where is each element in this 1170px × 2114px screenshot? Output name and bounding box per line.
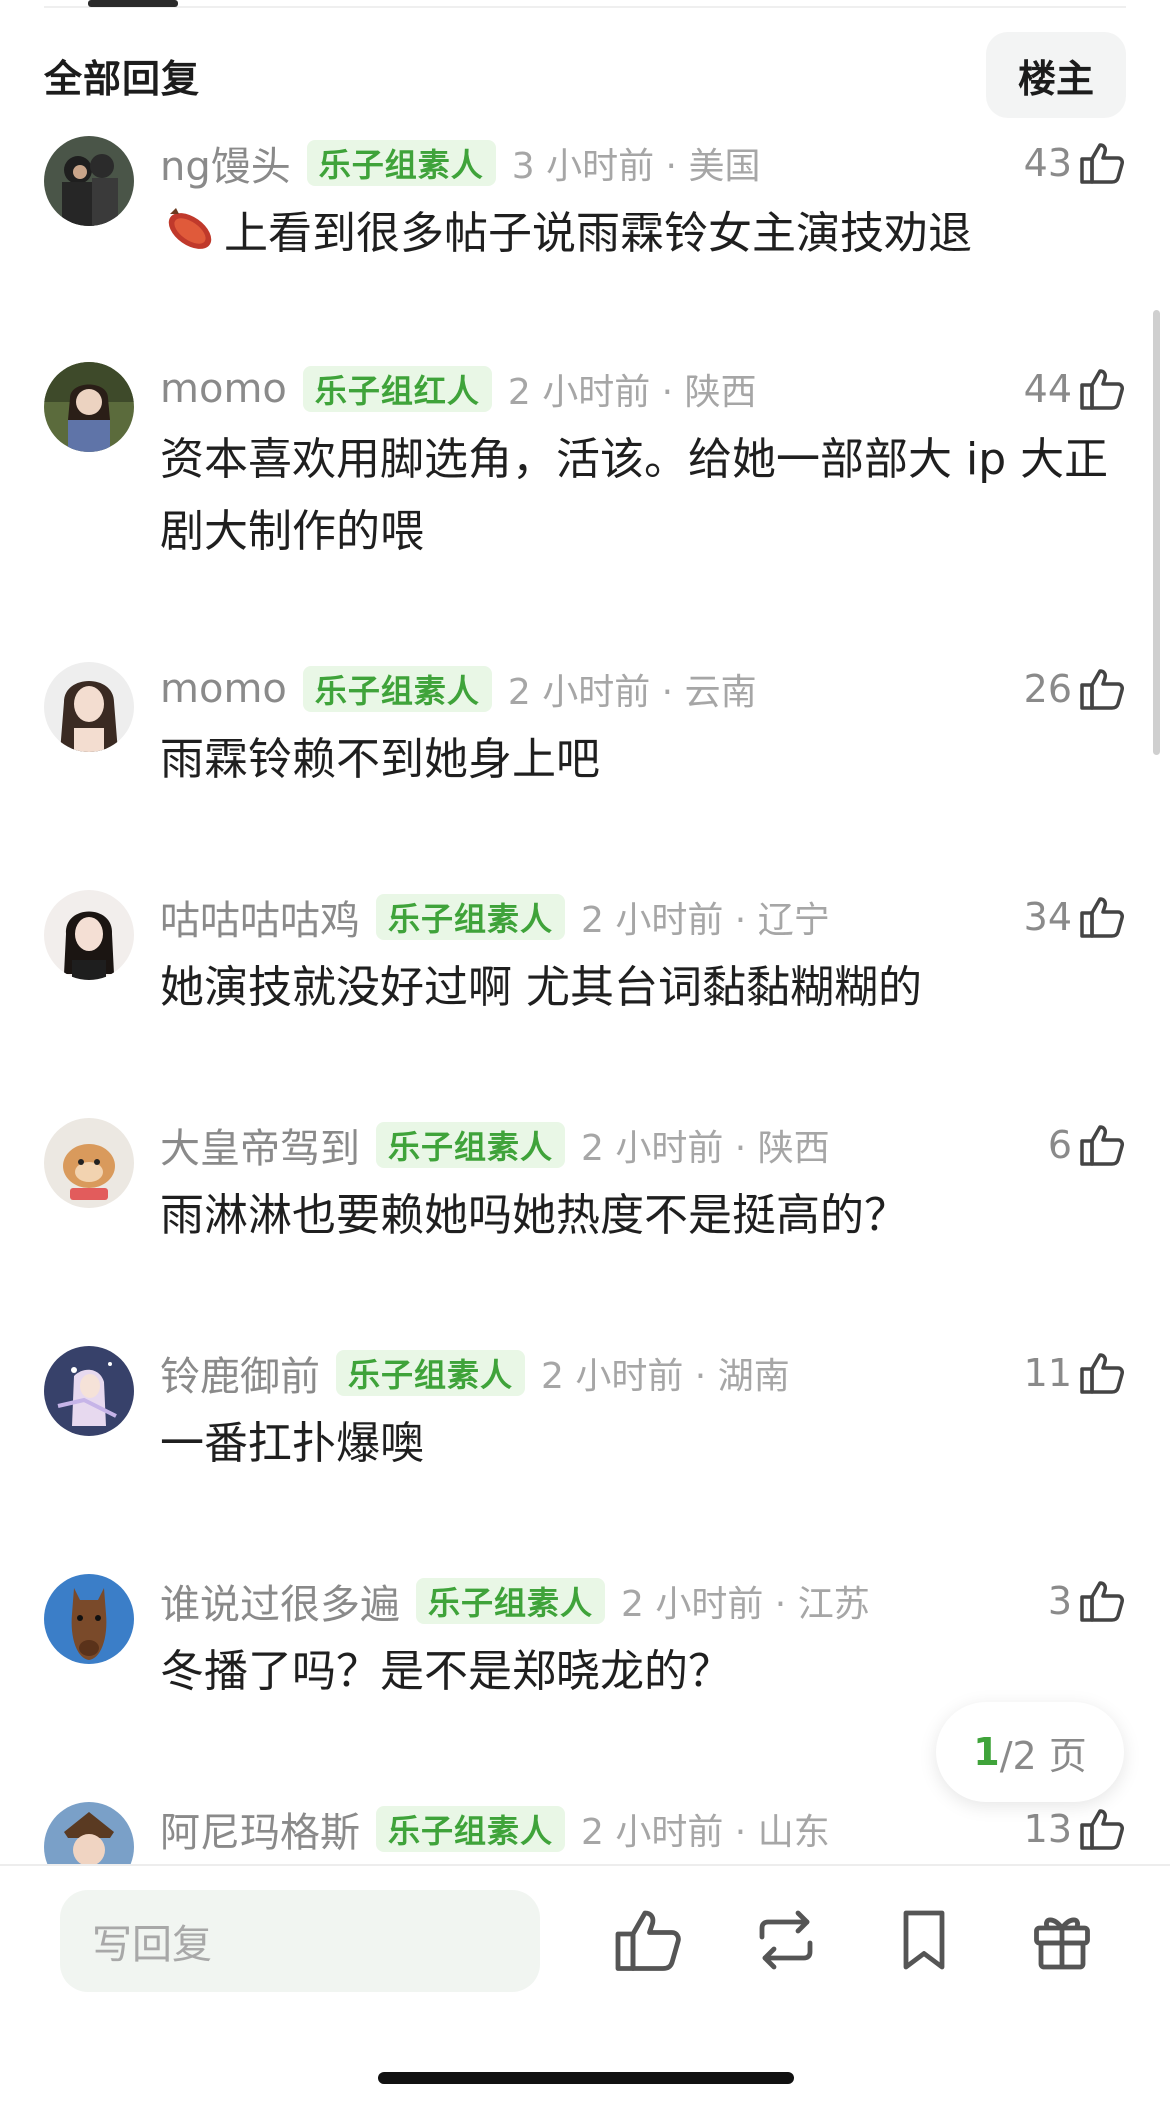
user-badge: 乐子组素人 [416,1578,606,1624]
avatar[interactable] [44,136,134,226]
op-filter-button[interactable]: 楼主 [986,32,1126,118]
thumbs-up-icon [1080,1353,1124,1394]
like-button[interactable]: 3 [1048,1576,1126,1626]
avatar[interactable] [44,1574,134,1664]
comment-text: 资本喜欢用脚选角，活该。给她一部部大 ip 大正剧大制作的喂 [160,434,1109,557]
thumbs-up-icon [1080,1809,1124,1850]
page-title: 全部回复 [44,56,201,101]
comment-item: 铃鹿御前 乐子组素人 2 小时前 · 湖南 11 一番扛扑爆噢 [0,1346,1170,1526]
comment-meta: momo 乐子组红人 2 小时前 · 陕西 [160,364,757,414]
comment-time: 2 小时前 · 山东 [581,1812,830,1853]
comment-time: 2 小时前 · 云南 [507,672,757,713]
avatar[interactable] [44,362,134,452]
tab-indicator [88,0,178,7]
like-count: 43 [1023,141,1072,185]
comment-time: 2 小时前 · 辽宁 [581,900,830,941]
like-count: 44 [1023,367,1072,411]
user-badge: 乐子组素人 [306,140,496,186]
username[interactable]: 阿尼玛格斯 [160,1802,360,1858]
comment-text: 冬播了吗？是不是郑晓龙的？ [160,1646,732,1697]
gift-icon[interactable] [1026,1904,1098,1976]
like-button[interactable]: 13 [1024,1804,1126,1854]
comment-text: 一番扛扑爆噢 [160,1418,424,1469]
comment-meta: 谁说过很多遍 乐子组素人 2 小时前 · 江苏 [160,1576,870,1628]
comment-item: momo 乐子组红人 2 小时前 · 陕西 44 资本喜欢用脚选角，活该。给她一… [0,362,1170,612]
thumbs-up-icon [1080,897,1124,938]
comment-meta: momo 乐子组素人 2 小时前 · 云南 [160,664,757,714]
comment-text: 雨淋淋也要赖她吗她热度不是挺高的？ [160,1190,908,1241]
comment-item: momo 乐子组素人 2 小时前 · 云南 26 雨霖铃赖不到她身上吧 [0,662,1170,842]
username[interactable]: 谁说过很多遍 [160,1572,400,1630]
user-badge: 乐子组素人 [336,1350,526,1396]
like-button[interactable]: 11 [1024,1348,1126,1398]
comment-time: 2 小时前 · 陕西 [507,372,757,413]
comment-text: 雨霖铃赖不到她身上吧 [160,734,600,785]
like-button[interactable]: 44 [1024,364,1126,414]
like-count: 11 [1023,1351,1072,1395]
username[interactable]: momo [160,666,287,712]
avatar[interactable] [44,662,134,752]
user-badge: 乐子组红人 [302,366,492,412]
page-indicator[interactable]: 1/2 页 [936,1702,1124,1802]
total-pages: /2 页 [999,1733,1087,1778]
comment-item: 咕咕咕咕鸡 乐子组素人 2 小时前 · 辽宁 34 她演技就没好过啊 尤其台词黏… [0,890,1170,1070]
thumbs-up-icon [1080,369,1124,410]
comment-meta: 阿尼玛格斯 乐子组素人 2 小时前 · 山东 [160,1804,830,1856]
comment-item: 大皇帝驾到 乐子组素人 2 小时前 · 陕西 6 雨淋淋也要赖她吗她热度不是挺高… [0,1118,1170,1298]
comment-text: 她演技就没好过啊 尤其台词黏黏糊糊的 [160,962,922,1013]
thumbs-up-icon [1080,143,1124,184]
username[interactable]: 咕咕咕咕鸡 [160,888,360,946]
comment-item: 阿尼玛格斯 乐子组素人 2 小时前 · 山东 13 [0,1802,1170,1864]
user-badge: 乐子组素人 [376,894,566,940]
like-button[interactable]: 26 [1024,664,1126,714]
like-count: 13 [1023,1807,1072,1851]
avatar[interactable] [44,1802,134,1864]
reply-input[interactable]: 写回复 [60,1890,540,1992]
avatar[interactable] [44,890,134,980]
comment-meta: 铃鹿御前 乐子组素人 2 小时前 · 湖南 [160,1348,790,1400]
top-divider [44,6,1126,8]
user-badge: 乐子组素人 [376,1806,566,1852]
username[interactable]: 铃鹿御前 [160,1344,320,1402]
username[interactable]: momo [160,366,287,412]
comment-meta: 大皇帝驾到 乐子组素人 2 小时前 · 陕西 [160,1120,830,1172]
like-button[interactable]: 6 [1048,1120,1126,1170]
like-button[interactable]: 43 [1024,138,1126,188]
thumbs-up-icon [1080,669,1124,710]
comment-time: 3 小时前 · 美国 [511,146,761,187]
user-badge: 乐子组素人 [376,1122,566,1168]
home-indicator [378,2072,794,2084]
sweet-potato-icon [168,208,212,249]
like-count: 34 [1023,895,1072,939]
thumbs-up-icon [1080,1581,1124,1622]
comment-item: ng馒头 乐子组素人 3 小时前 · 美国 43 上看到很多帖子说雨霖铃女主演技… [0,136,1170,316]
thumbs-up-icon [1080,1125,1124,1166]
comment-meta: 咕咕咕咕鸡 乐子组素人 2 小时前 · 辽宁 [160,892,830,944]
avatar[interactable] [44,1346,134,1436]
like-count: 6 [1047,1123,1072,1167]
comment-text-content: 上看到很多帖子说雨霖铃女主演技劝退 [224,208,972,259]
replies-header: 全部回复 楼主 [44,32,1126,118]
current-page: 1 [973,1730,1000,1774]
user-badge: 乐子组素人 [302,666,492,712]
comment-time: 2 小时前 · 湖南 [541,1356,790,1397]
username[interactable]: 大皇帝驾到 [160,1116,360,1174]
like-button[interactable]: 34 [1024,892,1126,942]
comment-meta: ng馒头 乐子组素人 3 小时前 · 美国 [160,138,761,190]
comment-time: 2 小时前 · 江苏 [621,1584,870,1625]
like-count: 26 [1023,667,1072,711]
comment-time: 2 小时前 · 陕西 [581,1128,830,1169]
like-count: 3 [1047,1579,1072,1623]
username[interactable]: ng馒头 [160,134,291,192]
avatar[interactable] [44,1118,134,1208]
repost-icon[interactable] [750,1904,822,1976]
comment-text: 上看到很多帖子说雨霖铃女主演技劝退 [160,198,1126,270]
bookmark-icon[interactable] [888,1904,960,1976]
thumbs-up-icon[interactable] [612,1904,684,1976]
